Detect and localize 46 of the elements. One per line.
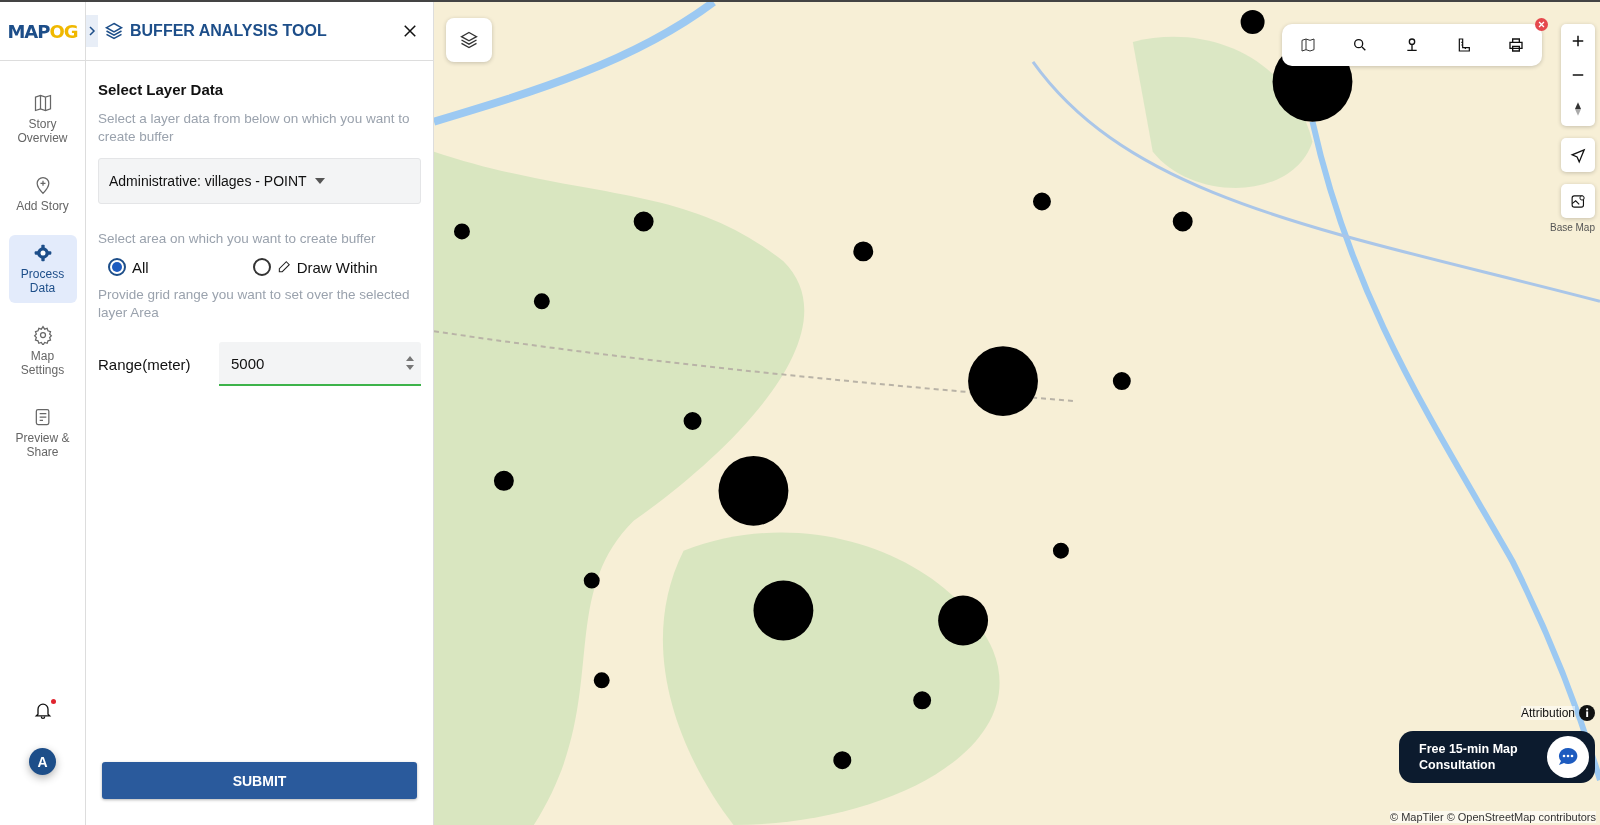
radio-label: All [132,258,149,276]
pin-icon[interactable] [1404,37,1420,53]
map-credits: © MapTiler © OpenStreetMap contributors [1390,811,1596,823]
hint-text: Select area on which you want to create buffer [98,230,377,248]
nav-item[interactable]: Process Data [8,235,77,303]
layers-icon [104,21,124,41]
consultation-banner[interactable]: Free 15-min Map Consultation [1399,731,1595,783]
base-map-button[interactable] [1561,184,1595,218]
range-input-field[interactable]: 5000 [219,342,421,386]
collapse-button[interactable] [86,15,98,47]
chevron-right-icon [88,25,96,37]
nav-item[interactable]: Add Story [8,167,77,221]
close-icon[interactable] [401,22,419,40]
radio-button[interactable] [108,258,126,276]
map-icon[interactable] [1300,37,1316,53]
ruler-icon[interactable] [1456,37,1472,53]
map-icon [32,93,53,113]
submit-button[interactable]: SUBMIT [102,762,417,799]
base-map-label: Base Map [1549,222,1595,233]
nav-item[interactable]: Preview & Share [8,399,77,467]
spinner-icon[interactable] [405,355,415,371]
base-map-icon [1569,192,1587,210]
avatar[interactable]: A [29,748,56,775]
hint-text: Select a layer data from below on which you want to create buffer [98,110,411,146]
layers-icon [459,30,479,50]
info-icon[interactable] [1579,705,1595,721]
field-label: Range(meter) [98,355,192,373]
search-icon[interactable] [1352,37,1368,53]
print-icon[interactable] [1508,37,1524,53]
logo: MAPOG [7,19,78,44]
section-title: Select Layer Data [98,81,225,98]
nav-item[interactable]: Map Settings [8,317,77,385]
chat-button[interactable] [1547,736,1589,778]
locate-button[interactable] [1561,138,1595,172]
layer-dropdown[interactable]: Administrative: villages - POINT [98,158,421,204]
caret-icon [314,178,325,184]
attribution-link[interactable]: Attribution [1520,706,1575,720]
radio-label: Draw Within [296,258,378,276]
layers-button[interactable] [446,18,492,62]
navigation-icon [1569,146,1587,164]
panel-title: BUFFER ANALYSIS TOOL [130,22,328,40]
nav-item[interactable]: Story Overview [8,85,77,153]
pencil-icon [276,260,291,274]
radio-button[interactable] [252,258,271,276]
hint-text: Provide grid range you want to set over the selected layer Area [98,286,411,322]
consultation-text: Free 15-min Map Consultation [1419,741,1519,773]
